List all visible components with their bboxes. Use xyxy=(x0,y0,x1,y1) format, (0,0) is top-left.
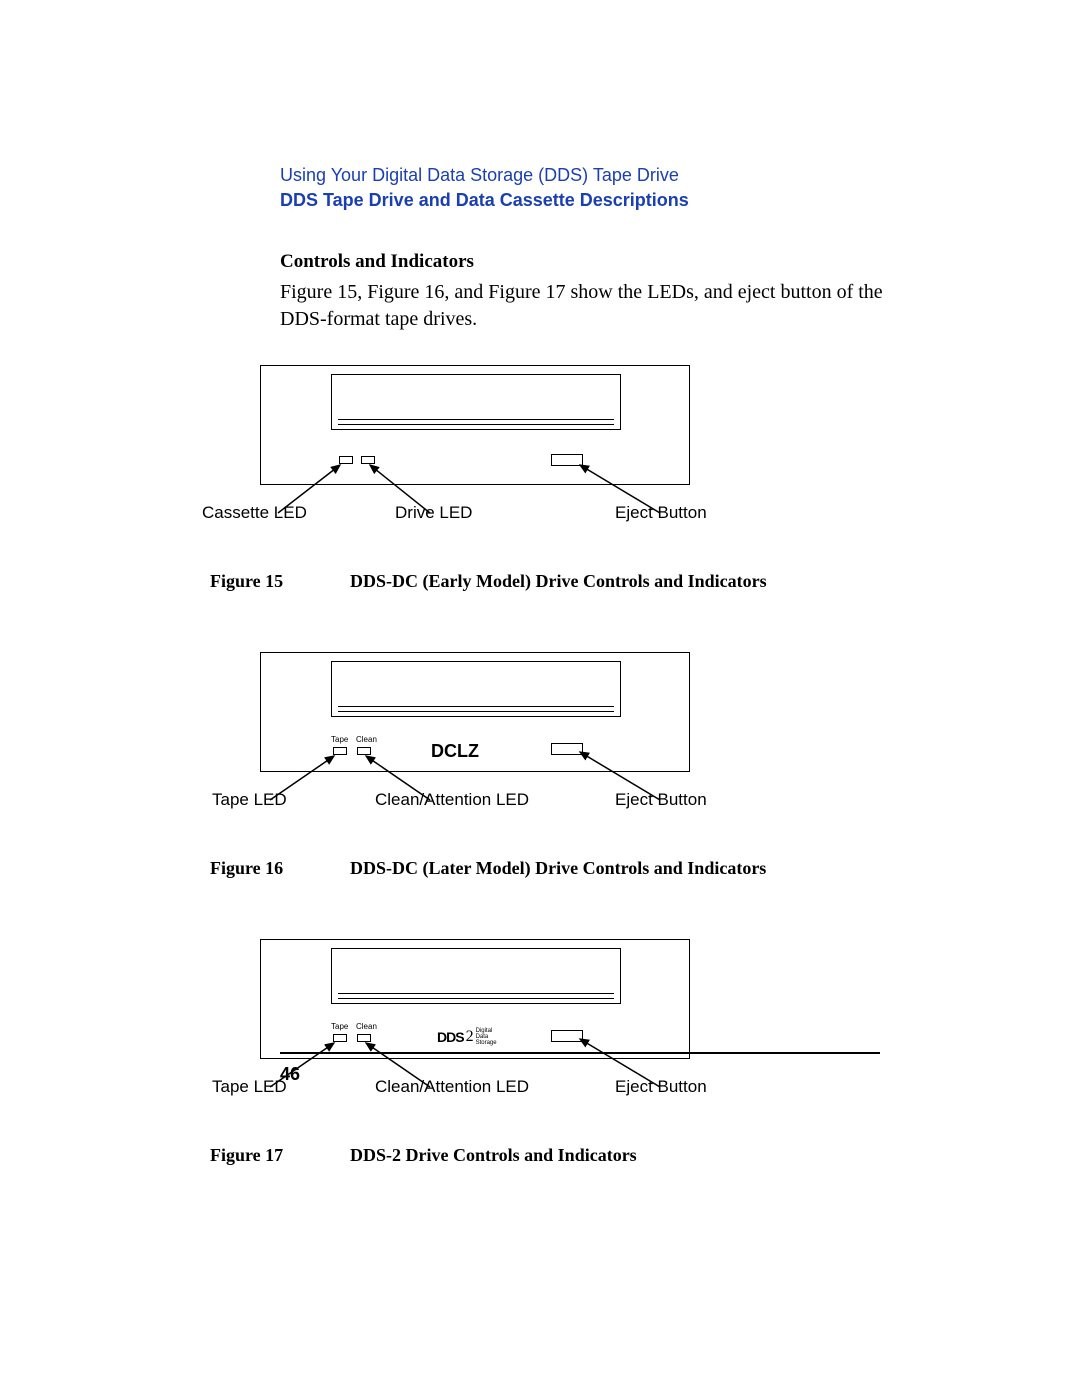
dds-logo-number: 2 xyxy=(464,1028,476,1046)
dclz-text: DCLZ xyxy=(431,741,479,762)
dds2-logo-icon: DDS 2 DigitalDataStorage xyxy=(437,1028,497,1046)
cassette-slot xyxy=(331,661,621,717)
clean-led-icon xyxy=(357,1034,371,1042)
clean-label: Clean xyxy=(356,1022,377,1031)
figure-label: Figure 15 xyxy=(210,571,350,592)
eject-button-icon xyxy=(551,454,583,466)
callout-tape-led: Tape LED xyxy=(212,1077,287,1097)
drive-front-panel xyxy=(260,365,690,485)
figure-17: Tape Clean DDS 2 DigitalDataStorage Tape… xyxy=(260,939,690,1095)
figure-label: Figure 17 xyxy=(210,1145,350,1166)
figure-17-caption: Figure 17 DDS-2 Drive Controls and Indic… xyxy=(210,1145,900,1166)
figure-16-caption: Figure 16 DDS-DC (Later Model) Drive Con… xyxy=(210,858,900,879)
document-page: Using Your Digital Data Storage (DDS) Ta… xyxy=(0,0,1080,1286)
drive-front-panel: Tape Clean DDS 2 DigitalDataStorage xyxy=(260,939,690,1059)
figure-16: Tape Clean DCLZ Tape LED Clean/Attention… xyxy=(260,652,690,808)
running-header-chapter: Using Your Digital Data Storage (DDS) Ta… xyxy=(280,165,900,186)
subheading: Controls and Indicators xyxy=(280,251,900,273)
body-paragraph: Figure 15, Figure 16, and Figure 17 show… xyxy=(280,279,900,333)
drive-led-icon xyxy=(361,456,375,464)
figure-caption-text: DDS-DC (Early Model) Drive Controls and … xyxy=(350,571,767,592)
clean-led-icon xyxy=(357,747,371,755)
callout-drive-led: Drive LED xyxy=(395,503,472,523)
running-header-section: DDS Tape Drive and Data Cassette Descrip… xyxy=(280,190,900,211)
callout-eject-button: Eject Button xyxy=(615,503,707,523)
cassette-slot xyxy=(331,948,621,1004)
tape-led-icon xyxy=(333,747,347,755)
drive-front-panel: Tape Clean DCLZ xyxy=(260,652,690,772)
callout-eject-button: Eject Button xyxy=(615,1077,707,1097)
page-number: 46 xyxy=(280,1064,300,1084)
clean-label: Clean xyxy=(356,735,377,744)
dds-logo-brand: DDS xyxy=(437,1029,464,1045)
callout-clean-led: Clean/Attention LED xyxy=(375,1077,529,1097)
tape-label: Tape xyxy=(331,735,348,744)
footer-rule xyxy=(280,1052,880,1054)
figure-15-caption: Figure 15 DDS-DC (Early Model) Drive Con… xyxy=(210,571,900,592)
figure-15: Cassette LED Drive LED Eject Button xyxy=(260,365,690,521)
eject-button-icon xyxy=(551,1030,583,1042)
tape-label: Tape xyxy=(331,1022,348,1031)
dds-logo-words: DigitalDataStorage xyxy=(476,1028,497,1046)
callout-eject-button: Eject Button xyxy=(615,790,707,810)
callout-clean-led: Clean/Attention LED xyxy=(375,790,529,810)
eject-button-icon xyxy=(551,743,583,755)
figure-caption-text: DDS-2 Drive Controls and Indicators xyxy=(350,1145,637,1166)
cassette-slot xyxy=(331,374,621,430)
callout-tape-led: Tape LED xyxy=(212,790,287,810)
cassette-led-icon xyxy=(339,456,353,464)
figure-label: Figure 16 xyxy=(210,858,350,879)
callout-cassette-led: Cassette LED xyxy=(202,503,307,523)
tape-led-icon xyxy=(333,1034,347,1042)
figure-caption-text: DDS-DC (Later Model) Drive Controls and … xyxy=(350,858,766,879)
